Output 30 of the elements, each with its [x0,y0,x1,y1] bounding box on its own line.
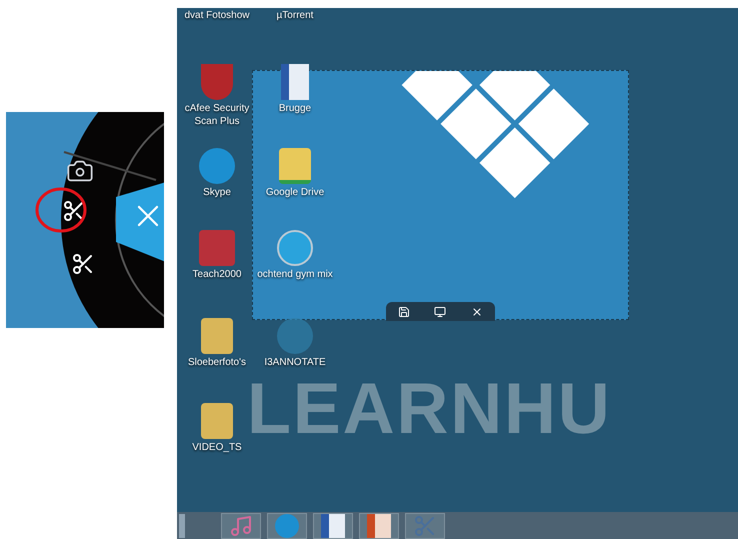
desktop-icon-label[interactable]: µTorrent [276,9,314,22]
desktop-icon-label[interactable]: VIDEO_TS [192,441,242,454]
shield-icon [201,64,233,100]
start-edge [179,514,185,538]
save-icon [398,306,410,318]
folder-icon [201,403,233,439]
desktop-icon-label[interactable]: Sloeberfoto's [188,356,246,369]
desktop-icon-label[interactable]: Google Drive [266,186,324,199]
desktop-icon-label[interactable]: Skype [203,186,231,199]
app-icon [199,230,235,266]
app-icon [277,318,313,354]
folder-icon [201,318,233,354]
desktop-icon-label[interactable]: Brugge [278,102,312,115]
monitor-icon [434,306,446,318]
document-icon[interactable] [367,514,391,538]
document-icon[interactable] [321,514,345,538]
desktop-icon-label[interactable]: dvat Fotoshow [184,9,250,22]
desktop-icon-label[interactable]: ochtend gym mix [257,268,333,281]
desktop-icon-label[interactable]: Teach2000 [192,268,242,281]
close-icon [470,306,483,318]
taskbar-button[interactable] [359,512,399,538]
highlight-ellipse [34,186,88,234]
document-icon [281,64,309,100]
folder-icon [279,148,311,184]
taskbar-button[interactable] [313,512,353,538]
skype-icon [199,148,235,184]
wallpaper-text: LEARNHU [247,373,612,445]
desktop-icon-label[interactable]: cAfee Security [184,102,250,115]
desktop-icon-label[interactable]: I3ANNOTATE [264,356,326,369]
desktop-icon-label[interactable]: Scan Plus [194,115,240,128]
